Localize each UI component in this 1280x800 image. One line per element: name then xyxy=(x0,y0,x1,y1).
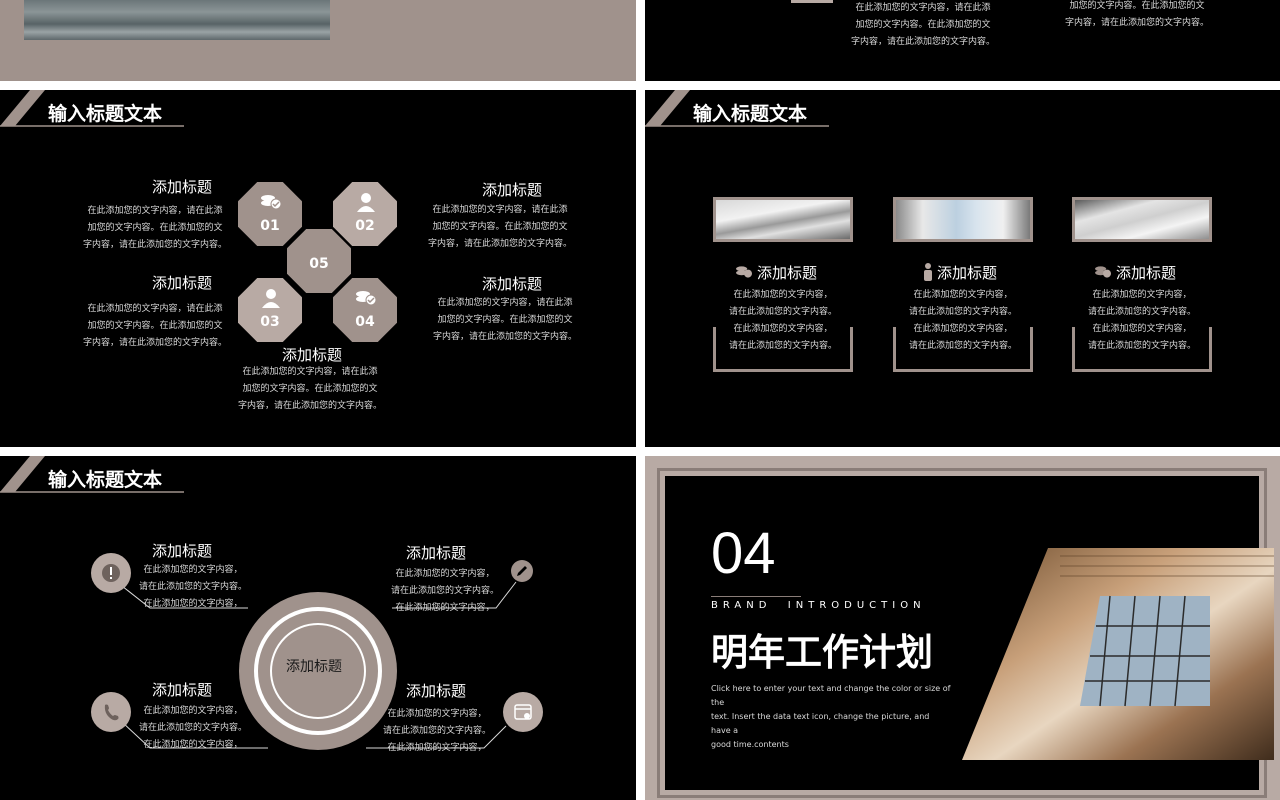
text-left-1: 在此添加您的文字内容，请在此添 加您的文字内容。在此添加您的文 字内容，请在此添… xyxy=(82,206,227,250)
slide-octagons: 输入标题文本 添加标题 在此添加您的文字内容，请在此添 加您的文字内容。在此添加… xyxy=(0,90,636,447)
pencil-icon xyxy=(511,560,533,582)
slide-circle: 输入标题文本 添加标题 添加标题 在此添加您的文字内容， 请在此添加您的文字内容… xyxy=(0,456,636,800)
small-bar xyxy=(791,0,833,3)
coins-check-icon xyxy=(736,266,752,278)
subtitle-bl: 添加标题 xyxy=(152,681,213,699)
octagon-05: 05 xyxy=(287,229,351,293)
text-block-left: 在此添加您的文字内容，请在此添 加您的文字内容。在此添加您的文 字内容，请在此添… xyxy=(850,3,995,47)
person-icon xyxy=(262,289,280,308)
octagon-01: 01 xyxy=(238,182,302,246)
page-title: 输入标题文本 xyxy=(693,103,808,125)
person-icon xyxy=(924,263,932,281)
brand-line: BRAND INTRODUCTION xyxy=(711,600,926,611)
text-block-right: 加您的文字内容。在此添加您的文 字内容，请在此添加您的文字内容。 xyxy=(1064,1,1209,28)
slide-top-right: 在此添加您的文字内容，请在此添 加您的文字内容。在此添加您的文 字内容，请在此添… xyxy=(645,0,1280,81)
center-label: 添加标题 xyxy=(286,659,342,675)
text-tr: 在此添加您的文字内容， 请在此添加您的文字内容。 在此添加您的文字内容， xyxy=(390,569,499,613)
card-3: 添加标题 在此添加您的文字内容， 请在此添加您的文字内容。 在此添加您的文字内容… xyxy=(1072,197,1212,372)
subtitle-right-1: 添加标题 xyxy=(482,181,543,199)
cover-title: 明年工作计划 xyxy=(711,631,933,674)
page-title: 输入标题文本 xyxy=(48,103,163,125)
octagon-04: 04 xyxy=(333,278,397,342)
card-2-title: 添加标题 xyxy=(937,264,998,282)
octagon-03: 03 xyxy=(238,278,302,342)
number-underline xyxy=(711,596,801,597)
card-1-text: 在此添加您的文字内容， 请在此添加您的文字内容。 在此添加您的文字内容， 请在此… xyxy=(728,290,837,351)
text-bottom: 在此添加您的文字内容，请在此添 加您的文字内容。在此添加您的文 字内容，请在此添… xyxy=(237,367,382,411)
octagon-02: 02 xyxy=(333,182,397,246)
subtitle-bottom: 添加标题 xyxy=(282,346,343,364)
architecture-photo xyxy=(962,548,1274,760)
card-3-title: 添加标题 xyxy=(1116,264,1177,282)
card-2: 添加标题 在此添加您的文字内容， 请在此添加您的文字内容。 在此添加您的文字内容… xyxy=(893,197,1033,372)
subtitle-left-1: 添加标题 xyxy=(152,178,213,196)
subtitle-tr: 添加标题 xyxy=(406,544,467,562)
building-photo xyxy=(713,197,853,242)
card-1: 添加标题 在此添加您的文字内容， 请在此添加您的文字内容。 在此添加您的文字内容… xyxy=(713,197,853,372)
slide-top-left xyxy=(0,0,636,81)
text-tl: 在此添加您的文字内容， 请在此添加您的文字内容。 在此添加您的文字内容， xyxy=(138,565,247,609)
sea-photo xyxy=(24,0,330,40)
calendar-check-icon xyxy=(503,692,543,732)
text-bl: 在此添加您的文字内容， 请在此添加您的文字内容。 在此添加您的文字内容， xyxy=(138,706,247,750)
subtitle-br: 添加标题 xyxy=(406,682,467,700)
subtitle-tl: 添加标题 xyxy=(152,542,213,560)
slide-cover: 04 BRAND INTRODUCTION 明年工作计划 Click here … xyxy=(645,456,1280,800)
coins-check-icon xyxy=(261,195,282,210)
text-left-2: 在此添加您的文字内容，请在此添 加您的文字内容。在此添加您的文 字内容，请在此添… xyxy=(82,304,227,348)
subtitle-left-2: 添加标题 xyxy=(152,274,213,292)
building-photo xyxy=(893,197,1033,242)
person-icon xyxy=(357,193,375,212)
building-photo xyxy=(1072,197,1212,242)
text-right-2: 在此添加您的文字内容，请在此添 加您的文字内容。在此添加您的文 字内容，请在此添… xyxy=(432,298,577,342)
card-2-text: 在此添加您的文字内容， 请在此添加您的文字内容。 在此添加您的文字内容， 请在此… xyxy=(908,290,1017,351)
text-br: 在此添加您的文字内容， 请在此添加您的文字内容。 在此添加您的文字内容， xyxy=(382,709,491,753)
cover-desc: Click here to enter your text and change… xyxy=(711,684,951,749)
slide-cards: 输入标题文本 添加标题 在此添加您的文字内容， 请在此添加您的文字内容。 在此添… xyxy=(645,90,1280,447)
coins-icon xyxy=(1095,266,1111,278)
phone-icon xyxy=(91,692,131,732)
subtitle-right-2: 添加标题 xyxy=(482,275,543,293)
alert-icon xyxy=(91,553,131,593)
text-right-1: 在此添加您的文字内容，请在此添 加您的文字内容。在此添加您的文 字内容，请在此添… xyxy=(427,205,572,249)
card-1-title: 添加标题 xyxy=(757,264,818,282)
coins-check-icon xyxy=(356,291,377,306)
card-3-text: 在此添加您的文字内容， 请在此添加您的文字内容。 在此添加您的文字内容， 请在此… xyxy=(1087,290,1196,351)
section-number: 04 xyxy=(711,521,776,586)
